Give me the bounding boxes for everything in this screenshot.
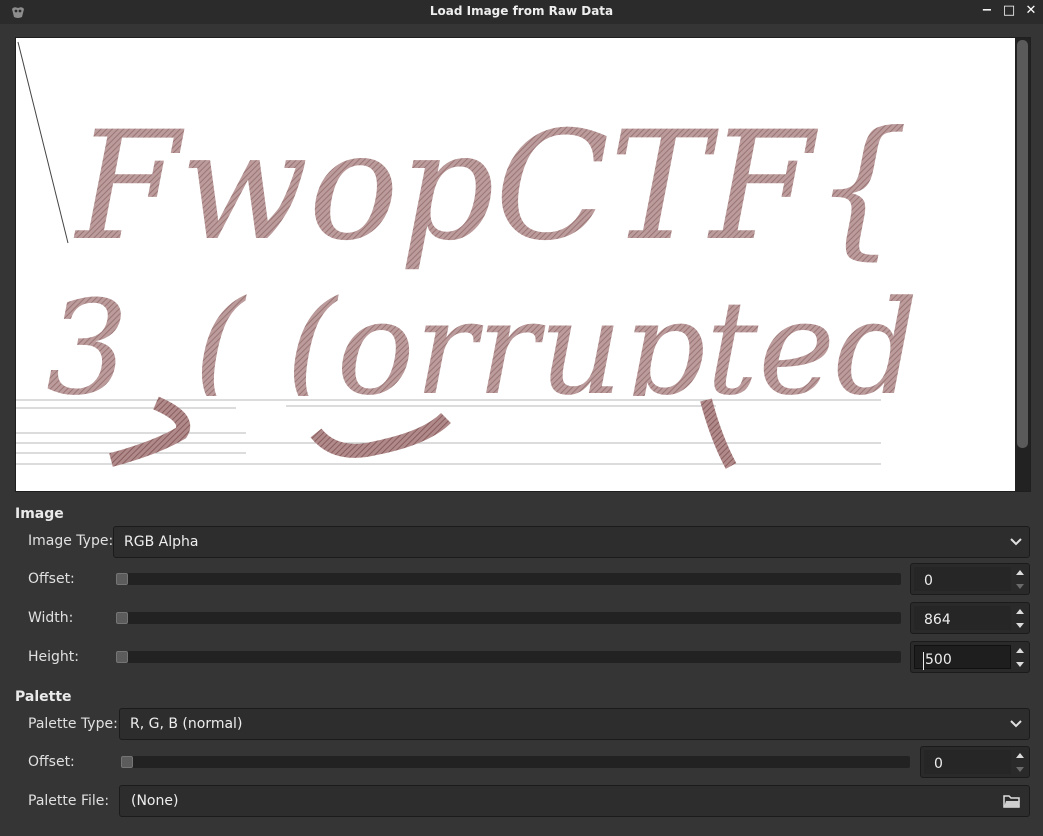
palette-offset-label: Offset: xyxy=(28,754,75,770)
raw-image-preview: FwopCTF{ 3_( (orrupted xyxy=(16,38,1015,491)
height-slider[interactable] xyxy=(116,651,901,663)
palette-type-value: R, G, B (normal) xyxy=(130,716,243,732)
width-spinbutton[interactable]: 864 xyxy=(910,602,1030,634)
offset-spin-arrows[interactable] xyxy=(1011,564,1029,594)
palette-file-label: Palette File: xyxy=(28,793,110,809)
palette-file-chooser[interactable]: (None) xyxy=(119,785,1030,817)
offset-value: 0 xyxy=(924,573,933,589)
maximize-button[interactable]: □ xyxy=(1001,3,1017,19)
width-slider-knob[interactable] xyxy=(116,612,128,624)
height-label: Height: xyxy=(28,649,79,665)
palette-offset-spin-arrows[interactable] xyxy=(1011,747,1029,777)
width-spin-arrows[interactable] xyxy=(1011,603,1029,633)
title-bar: Load Image from Raw Data − □ ✕ xyxy=(0,0,1043,24)
spin-up-icon[interactable] xyxy=(1016,753,1024,758)
offset-slider[interactable] xyxy=(116,573,901,585)
palette-offset-entry[interactable]: 0 xyxy=(924,750,1011,774)
palette-type-combo[interactable]: R, G, B (normal) xyxy=(119,708,1030,740)
image-type-label: Image Type: xyxy=(28,533,114,549)
palette-file-value: (None) xyxy=(131,793,179,809)
width-entry[interactable]: 864 xyxy=(914,606,1011,630)
chevron-down-icon xyxy=(1010,538,1022,546)
spin-down-icon[interactable] xyxy=(1016,584,1024,589)
height-entry[interactable]: 500 xyxy=(914,645,1011,670)
width-value: 864 xyxy=(924,612,951,628)
palette-offset-slider-knob[interactable] xyxy=(121,756,133,768)
preview-scrollbar[interactable] xyxy=(1015,38,1030,491)
offset-entry[interactable]: 0 xyxy=(914,567,1011,591)
spin-up-icon[interactable] xyxy=(1016,609,1024,614)
preview-scrollbar-thumb[interactable] xyxy=(1017,40,1028,448)
spin-down-icon[interactable] xyxy=(1016,767,1024,772)
image-type-value: RGB Alpha xyxy=(124,534,199,550)
width-label: Width: xyxy=(28,610,74,626)
palette-offset-spinbutton[interactable]: 0 xyxy=(920,746,1030,778)
folder-open-icon xyxy=(1003,795,1020,808)
image-type-combo[interactable]: RGB Alpha xyxy=(113,526,1030,558)
text-caret xyxy=(923,652,924,670)
offset-slider-knob[interactable] xyxy=(116,573,128,585)
spin-up-icon[interactable] xyxy=(1016,648,1024,653)
height-spin-arrows[interactable] xyxy=(1011,642,1029,672)
height-spinbutton[interactable]: 500 xyxy=(910,641,1030,673)
chevron-down-icon xyxy=(1010,720,1022,728)
window-title: Load Image from Raw Data xyxy=(429,4,614,18)
spin-up-icon[interactable] xyxy=(1016,570,1024,575)
minimize-button[interactable]: − xyxy=(979,3,995,19)
spin-down-icon[interactable] xyxy=(1016,623,1024,628)
spin-down-icon[interactable] xyxy=(1016,662,1024,667)
palette-offset-slider[interactable] xyxy=(121,756,910,768)
close-button[interactable]: ✕ xyxy=(1023,3,1039,19)
offset-label: Offset: xyxy=(28,571,75,587)
preview-image-svg: FwopCTF{ 3_( (orrupted xyxy=(16,41,918,469)
palette-offset-value: 0 xyxy=(934,756,943,772)
palette-type-label: Palette Type: xyxy=(28,716,118,732)
palette-section-heading: Palette xyxy=(15,689,72,705)
width-slider[interactable] xyxy=(116,612,901,624)
image-section-heading: Image xyxy=(15,506,64,522)
height-slider-knob[interactable] xyxy=(116,651,128,663)
offset-spinbutton[interactable]: 0 xyxy=(910,563,1030,595)
height-value: 500 xyxy=(925,652,952,668)
preview-line-1: FwopCTF{ xyxy=(73,100,909,274)
